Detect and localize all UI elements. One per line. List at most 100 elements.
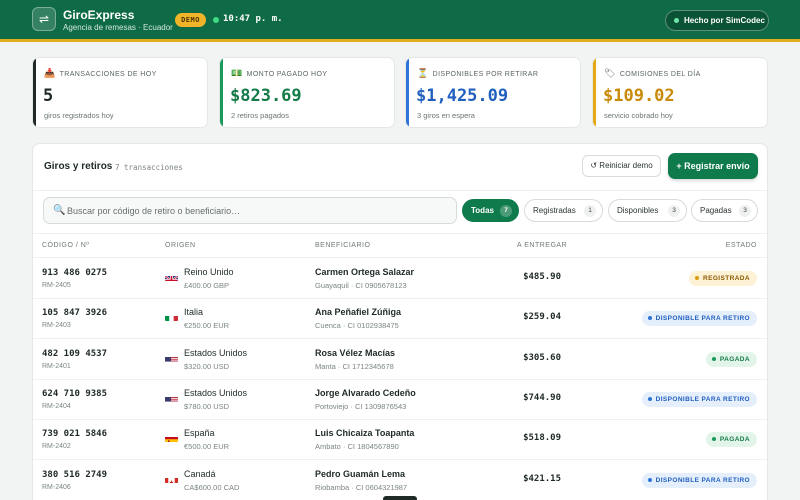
- status-badge: DISPONIBLE PARA RETIRO: [641, 472, 757, 488]
- withdrawal-code: 739 021 5846: [42, 429, 108, 440]
- beneficiary-location: Portoviejo · CI 1309876543: [315, 401, 407, 411]
- origin-country: Italia: [184, 307, 204, 318]
- reference-number: RM-2402: [42, 443, 71, 451]
- column-header-to-deliver[interactable]: A ENTREGAR: [517, 242, 567, 249]
- beneficiary-name: Ana Peñafiel Zúñiga: [315, 307, 402, 318]
- origin-country: Estados Unidos: [184, 347, 248, 358]
- filter-count: 3: [668, 205, 680, 217]
- live-dot-icon: [213, 17, 219, 23]
- withdrawal-code: 624 710 9385: [42, 388, 108, 399]
- origin-amount: €500.00 EUR: [184, 442, 230, 452]
- search-input[interactable]: [67, 198, 452, 223]
- status-dot-icon: [647, 477, 652, 482]
- reference-number: RM-2403: [42, 322, 71, 330]
- beneficiary-location: Cuenca · CI 0102938475: [315, 321, 399, 331]
- beneficiary-name: Luis Chicaiza Toapanta: [315, 428, 415, 439]
- origin-country: Estados Unidos: [184, 387, 248, 398]
- status-label: DISPONIBLE PARA RETIRO: [655, 315, 750, 323]
- stat-label: TRANSACCIONES DE HOY: [59, 71, 157, 78]
- inbox-tray-icon: 📥: [44, 69, 56, 79]
- stat-card-transactions: 📥 TRANSACCIONES DE HOY 5 giros registrado…: [32, 57, 208, 128]
- origin-country: España: [184, 428, 215, 439]
- card-accent: [406, 58, 409, 127]
- origin-amount: £400.00 GBP: [184, 281, 230, 290]
- table-row[interactable]: 380 516 2749 RM-2406 Canadá CA$600.00 CA…: [33, 461, 767, 500]
- beneficiary-name: Carmen Ortega Salazar: [315, 267, 415, 277]
- status-label: PAGADA: [719, 436, 750, 444]
- register-shipment-button[interactable]: + Registrar envío: [668, 153, 758, 179]
- card-accent: [220, 58, 223, 127]
- withdrawal-code: 913 486 0275: [42, 268, 108, 278]
- reference-number: RM-2404: [42, 402, 71, 410]
- filter-count: 7: [500, 205, 512, 217]
- stat-subtext: giros registrados hoy: [44, 111, 114, 120]
- stat-value: $109.02: [603, 86, 675, 106]
- filter-count: 3: [739, 205, 751, 217]
- scroll-indicator[interactable]: [383, 496, 417, 500]
- reference-number: RM-2401: [42, 362, 71, 370]
- status-label: DISPONIBLE PARA RETIRO: [655, 395, 750, 403]
- panel-title: Giros y retiros: [44, 161, 113, 172]
- stat-value: $1,425.09: [416, 86, 509, 106]
- filter-label: Registradas: [533, 206, 576, 215]
- table-row[interactable]: 913 486 0275 RM-2405 Reino Unido £400.00…: [33, 259, 767, 299]
- status-label: PAGADA: [719, 355, 750, 363]
- status-badge: REGISTRADA: [689, 271, 757, 286]
- column-header-beneficiary[interactable]: BENEFICIARIO: [315, 242, 370, 249]
- origin-country: Reino Unido: [184, 267, 234, 277]
- deliver-amount: $305.60: [523, 352, 561, 363]
- flag-it-icon: [165, 312, 178, 322]
- hourglass-icon: ⏳: [417, 69, 429, 79]
- table-header: CÓDIGO / Nº ORIGEN BENEFICIARIO A ENTREG…: [33, 233, 767, 258]
- status-label: REGISTRADA: [703, 275, 750, 282]
- column-header-origin[interactable]: ORIGEN: [165, 242, 196, 249]
- filter-registradas[interactable]: Registradas 1: [524, 199, 603, 222]
- reset-demo-button[interactable]: ↺ Reiniciar demo: [582, 155, 661, 177]
- filter-label: Disponibles: [617, 206, 659, 215]
- column-header-code[interactable]: CÓDIGO / Nº: [42, 242, 89, 249]
- card-accent: [33, 58, 36, 127]
- column-header-status[interactable]: ESTADO: [726, 242, 757, 249]
- withdrawal-code: 105 847 3926: [42, 308, 108, 319]
- flag-ca-icon: [165, 474, 178, 483]
- filter-label: Todas: [471, 206, 494, 215]
- status-badge: PAGADA: [705, 432, 757, 448]
- status-dot-icon: [711, 437, 716, 442]
- tag-icon: 🏷: [604, 69, 616, 79]
- withdrawal-code: 380 516 2749: [42, 469, 108, 480]
- filter-todas[interactable]: Todas 7: [462, 199, 519, 222]
- table-row[interactable]: 739 021 5846 RM-2402 España €500.00 EUR …: [33, 420, 767, 461]
- origin-amount: €250.00 EUR: [184, 321, 230, 331]
- deliver-amount: $485.90: [523, 272, 561, 282]
- beneficiary-name: Rosa Vélez Macías: [315, 347, 396, 358]
- status-dot-icon: [647, 316, 652, 321]
- filter-pagadas[interactable]: Pagadas 3: [691, 199, 758, 222]
- status-dot-icon: [674, 18, 679, 23]
- origin-country: Canadá: [184, 468, 216, 479]
- table-row[interactable]: 105 847 3926 RM-2403 Italia €250.00 EUR …: [33, 299, 767, 340]
- status-badge: PAGADA: [705, 351, 757, 367]
- flag-uk-icon: [165, 272, 178, 281]
- status-dot-icon: [695, 276, 700, 280]
- stat-subtext: 2 retiros pagados: [231, 111, 289, 120]
- stat-card-paid-amount: 💵 MONTO PAGADO HOY $823.69 2 retiros paga…: [219, 57, 395, 128]
- filter-disponibles[interactable]: Disponibles 3: [608, 199, 687, 222]
- origin-amount: CA$600.00 CAD: [184, 482, 240, 492]
- beneficiary-location: Riobamba · CI 0604321987: [315, 482, 408, 492]
- app-subtitle: Agencia de remesas · Ecuador: [63, 23, 173, 32]
- table-row[interactable]: 482 109 4537 RM-2401 Estados Unidos $320…: [33, 340, 767, 380]
- table-row[interactable]: 624 710 9385 RM-2404 Estados Unidos $780…: [33, 380, 767, 420]
- stat-value: 5: [43, 86, 54, 106]
- flag-es-icon: [165, 433, 178, 443]
- card-accent: [593, 58, 596, 127]
- search-box[interactable]: 🔍: [43, 197, 457, 224]
- banknote-icon: 💵: [231, 69, 243, 79]
- made-by-label: Hecho por SimCodec: [684, 16, 765, 25]
- withdrawal-code: 482 109 4537: [42, 348, 108, 359]
- made-by-badge[interactable]: Hecho por SimCodec: [665, 10, 769, 31]
- transaction-count: 7 transacciones: [115, 163, 183, 172]
- deliver-amount: $744.90: [523, 392, 561, 403]
- filter-count: 1: [584, 205, 596, 217]
- reference-number: RM-2406: [42, 483, 71, 491]
- stat-card-available: ⏳ DISPONIBLES POR RETIRAR $1,425.09 3 gir…: [405, 57, 581, 128]
